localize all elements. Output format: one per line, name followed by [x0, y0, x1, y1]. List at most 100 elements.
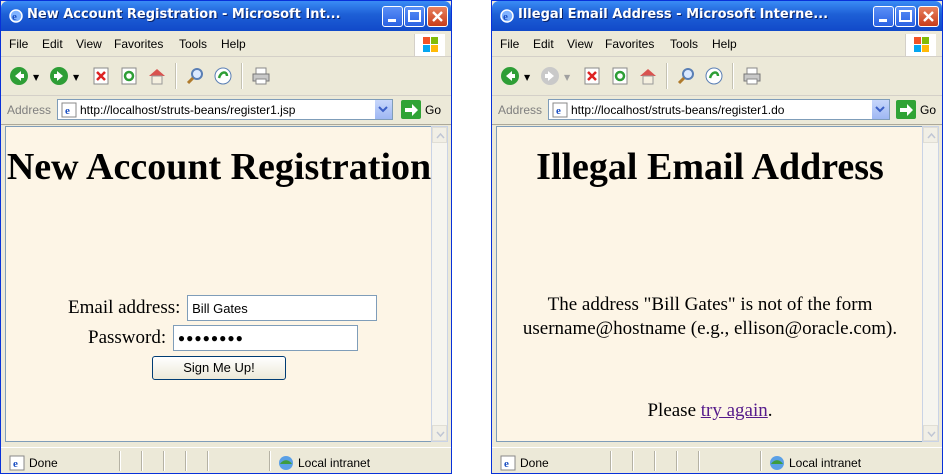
svg-text:e: e [12, 11, 17, 23]
status-separator [119, 451, 121, 471]
scroll-down-button[interactable] [432, 425, 447, 441]
ie-icon: e [9, 9, 23, 23]
search-icon[interactable] [676, 66, 696, 86]
window-title: New Account Registration - Microsoft Int… [27, 7, 341, 22]
status-bar: e Done Local intranet [1, 447, 451, 473]
stop-icon[interactable] [582, 66, 602, 86]
address-label: Address [498, 103, 543, 117]
email-field[interactable]: Bill Gates [187, 295, 378, 321]
toolbar: ▼ ▼ [1, 57, 451, 96]
svg-text:e: e [65, 105, 70, 117]
go-label[interactable]: Go [425, 103, 441, 117]
menu-tools[interactable]: Tools [670, 37, 698, 51]
refresh-icon[interactable] [610, 66, 630, 86]
menu-edit[interactable]: Edit [42, 37, 63, 51]
forward-dropdown-icon[interactable]: ▼ [73, 73, 79, 82]
windows-flag-icon [423, 37, 438, 52]
menu-favorites[interactable]: Favorites [605, 37, 654, 51]
vertical-scrollbar[interactable] [431, 126, 448, 442]
refresh-icon[interactable] [119, 66, 139, 86]
forward-dropdown-icon[interactable]: ▼ [564, 73, 570, 82]
try-again-link[interactable]: try again [701, 400, 768, 421]
go-button[interactable] [401, 100, 421, 119]
maximize-icon [899, 10, 912, 22]
favorites-icon[interactable] [213, 66, 233, 86]
page-content: New Account Registration Email address: … [5, 126, 432, 442]
menu-help[interactable]: Help [712, 37, 737, 51]
menu-tools[interactable]: Tools [179, 37, 207, 51]
menu-view[interactable]: View [76, 37, 102, 51]
status-separator [676, 451, 678, 471]
chevron-down-icon [378, 106, 388, 113]
toolbar: ▼ ▼ [492, 57, 942, 96]
maximize-button[interactable] [895, 6, 916, 27]
page-title: New Account Registration [6, 146, 432, 188]
scroll-up-button[interactable] [432, 127, 447, 143]
address-url: http://localhost/struts-beans/register1.… [80, 103, 296, 117]
svg-text:e: e [503, 11, 508, 23]
status-separator [654, 451, 656, 471]
favorites-icon[interactable] [704, 66, 724, 86]
security-zone: Local intranet [789, 456, 862, 470]
home-icon[interactable] [147, 66, 167, 86]
back-icon[interactable] [9, 66, 29, 86]
retry-suffix: . [767, 400, 773, 421]
status-separator [141, 451, 143, 471]
menu-file[interactable]: File [500, 37, 519, 51]
status-bar: e Done Local intranet [492, 447, 942, 473]
menu-help[interactable]: Help [221, 37, 246, 51]
menu-view[interactable]: View [567, 37, 593, 51]
password-label: Password: [88, 327, 167, 348]
page-icon: e [552, 102, 568, 118]
intranet-zone-icon [279, 456, 293, 470]
menu-edit[interactable]: Edit [533, 37, 554, 51]
stop-icon[interactable] [91, 66, 111, 86]
browser-window-error: e Illegal Email Address - Microsoft Inte… [491, 0, 943, 474]
address-label: Address [7, 103, 52, 117]
status-separator [698, 451, 700, 471]
close-button[interactable] [427, 6, 448, 27]
back-icon[interactable] [500, 66, 520, 86]
scroll-down-button[interactable] [923, 425, 938, 441]
go-button[interactable] [896, 100, 916, 119]
scroll-up-button[interactable] [923, 127, 938, 143]
menu-bar: File Edit View Favorites Tools Help [1, 32, 451, 57]
close-icon [432, 11, 443, 22]
address-dropdown-button[interactable] [374, 100, 392, 119]
vertical-scrollbar[interactable] [922, 126, 939, 442]
go-arrow-icon [900, 104, 913, 116]
sign-up-button[interactable]: Sign Me Up! [152, 356, 286, 380]
address-input[interactable]: e http://localhost/struts-beans/register… [548, 99, 890, 120]
back-dropdown-icon[interactable]: ▼ [524, 73, 530, 82]
password-field[interactable]: ●●●●●●●● [172, 325, 358, 351]
print-icon[interactable] [742, 66, 762, 86]
title-bar[interactable]: e Illegal Email Address - Microsoft Inte… [492, 1, 942, 31]
forward-icon[interactable] [540, 66, 560, 86]
close-button[interactable] [918, 6, 939, 27]
home-icon[interactable] [638, 66, 658, 86]
menu-file[interactable]: File [9, 37, 28, 51]
title-bar[interactable]: e New Account Registration - Microsoft I… [1, 1, 451, 31]
address-input[interactable]: e http://localhost/struts-beans/register… [57, 99, 393, 120]
minimize-button[interactable] [382, 6, 403, 27]
minimize-icon [879, 19, 887, 22]
status-separator [269, 451, 271, 471]
password-row: Password: ●●●●●●●● [6, 325, 432, 351]
go-arrow-icon [405, 104, 418, 116]
page-done-icon: e [9, 455, 25, 471]
address-dropdown-button[interactable] [871, 100, 889, 119]
search-icon[interactable] [185, 66, 205, 86]
minimize-button[interactable] [873, 6, 894, 27]
page-content: Illegal Email Address The address "Bill … [496, 126, 923, 442]
page-title: Illegal Email Address [536, 146, 884, 188]
maximize-button[interactable] [404, 6, 425, 27]
menu-favorites[interactable]: Favorites [114, 37, 163, 51]
back-dropdown-icon[interactable]: ▼ [33, 73, 39, 82]
chevron-down-icon [436, 431, 445, 438]
go-label[interactable]: Go [920, 103, 936, 117]
print-icon[interactable] [251, 66, 271, 86]
svg-text:e: e [13, 458, 18, 470]
forward-icon[interactable] [49, 66, 69, 86]
page-done-icon: e [500, 455, 516, 471]
email-row: Email address: Bill Gates [6, 295, 432, 321]
